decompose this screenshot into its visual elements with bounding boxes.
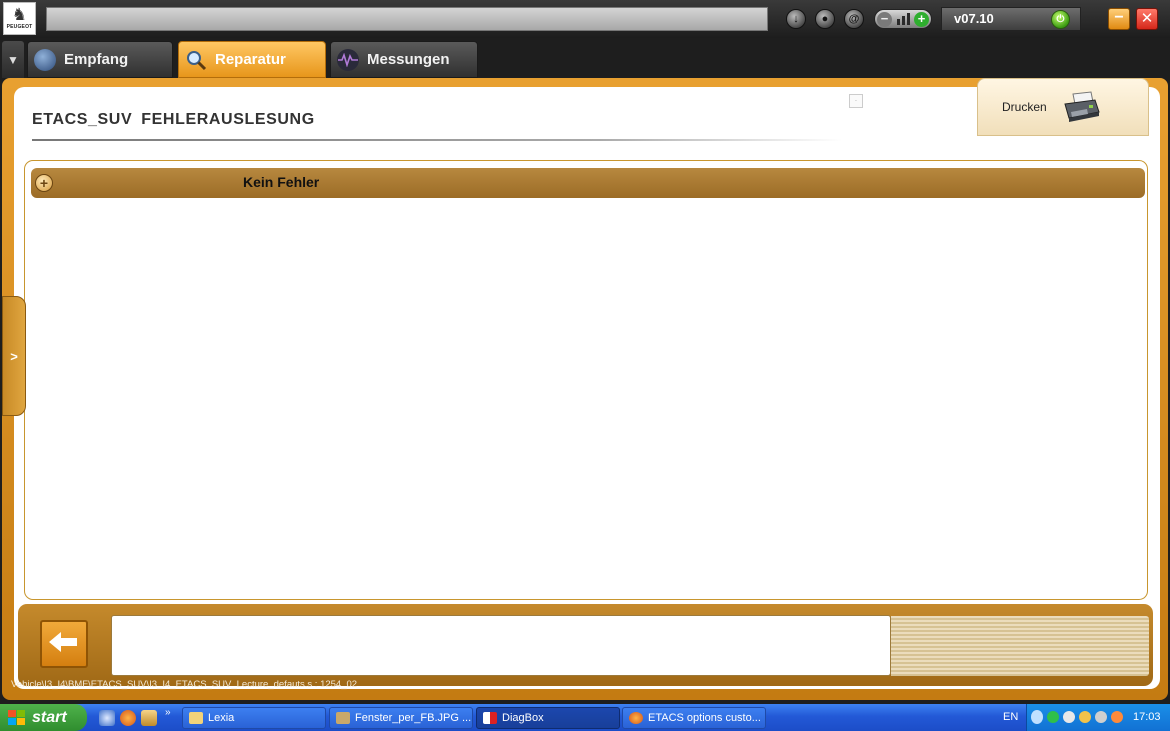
brand-name: PEUGEOT xyxy=(6,24,33,30)
windows-logo-icon xyxy=(8,709,26,726)
page-title: ETACS_SUV FEHLERAUSLESUNG xyxy=(32,111,315,128)
tab-messungen[interactable]: Messungen xyxy=(330,41,478,78)
title-divider xyxy=(32,139,842,141)
print-label: Drucken xyxy=(1002,100,1047,114)
status-strip xyxy=(891,616,1149,676)
image-viewer-icon xyxy=(336,712,350,724)
results-panel: + Kein Fehler xyxy=(24,160,1148,600)
magnifier-icon xyxy=(185,49,207,71)
tab-bar: ▼ Empfang Reparatur Messungen xyxy=(0,38,1170,78)
network-icon[interactable] xyxy=(1047,711,1059,723)
close-button[interactable]: ✕ xyxy=(1136,8,1158,30)
security-icon[interactable] xyxy=(1079,711,1091,723)
waveform-icon xyxy=(337,48,359,71)
minus-icon[interactable]: − xyxy=(877,11,892,27)
script-path: Vehicle\I3_I4\BMF\ETACS_SUV\I3_I4_ETACS_… xyxy=(11,679,358,690)
address-bar[interactable] xyxy=(46,7,768,31)
taskbar-window-label: Lexia xyxy=(208,712,235,724)
taskbar-window-diagbox[interactable]: DiagBox xyxy=(476,707,620,729)
main-frame: · ETACS_SUV FEHLERAUSLESUNG Drucken + Ke… xyxy=(0,78,1170,702)
usb-icon[interactable] xyxy=(1063,711,1075,723)
firefox-icon[interactable] xyxy=(120,710,136,726)
update-icon[interactable] xyxy=(1111,711,1123,723)
taskbar-window-label: Fenster_per_FB.JPG ... xyxy=(355,712,472,724)
bottom-bar xyxy=(18,604,1153,686)
firefox-icon xyxy=(629,712,643,724)
taskbar-window-firefox[interactable]: ETACS options custo... xyxy=(622,707,766,729)
lion-logo-icon: ♞ xyxy=(11,5,28,25)
folder-icon xyxy=(189,712,203,724)
user-icon[interactable]: ● xyxy=(815,9,835,29)
content-border: · ETACS_SUV FEHLERAUSLESUNG Drucken + Ke… xyxy=(2,78,1168,700)
tab-empfang[interactable]: Empfang xyxy=(27,41,173,78)
chevron-right-icon: > xyxy=(10,348,18,364)
start-button[interactable]: start xyxy=(0,704,87,731)
taskbar-window-image[interactable]: Fenster_per_FB.JPG ... xyxy=(329,707,473,729)
download-icon[interactable]: ↓ xyxy=(786,9,806,29)
expand-plus-icon[interactable]: + xyxy=(35,174,53,192)
arrow-left-icon xyxy=(49,631,79,657)
app-quicklaunch-icon[interactable] xyxy=(141,710,157,726)
printer-icon xyxy=(1061,90,1101,124)
taskbar-window-label: DiagBox xyxy=(502,712,544,724)
content-page: · ETACS_SUV FEHLERAUSLESUNG Drucken + Ke… xyxy=(14,78,1160,689)
tray-expand-icon[interactable] xyxy=(1031,710,1043,724)
tab-label: Empfang xyxy=(64,51,129,68)
print-button[interactable]: Drucken xyxy=(977,78,1149,136)
volume-icon[interactable] xyxy=(1095,711,1107,723)
option-checkbox[interactable]: · xyxy=(849,94,863,108)
quicklaunch-overflow-icon[interactable]: » xyxy=(165,707,171,718)
globe-icon xyxy=(34,48,56,71)
version-display: v07.10 ⏻ xyxy=(941,7,1081,31)
tab-reparatur[interactable]: Reparatur xyxy=(178,41,326,78)
diagbox-icon xyxy=(483,712,497,724)
taskbar-window-lexia[interactable]: Lexia xyxy=(182,707,326,729)
power-status-icon[interactable]: ⏻ xyxy=(1051,10,1070,29)
clock: 17:03 xyxy=(1133,711,1161,723)
language-indicator[interactable]: EN xyxy=(1003,711,1018,723)
brand-logo: ♞ PEUGEOT xyxy=(3,2,36,35)
result-text: Kein Fehler xyxy=(243,174,320,190)
connection-indicator[interactable]: − + xyxy=(874,9,932,29)
signal-bars-icon xyxy=(896,13,910,25)
message-box xyxy=(111,615,891,676)
result-row[interactable]: + Kein Fehler xyxy=(31,168,1145,198)
chevron-down-icon[interactable]: ▼ xyxy=(2,41,24,78)
ie-icon[interactable] xyxy=(99,710,115,726)
taskbar-window-label: ETACS options custo... xyxy=(648,712,761,724)
version-label: v07.10 xyxy=(954,11,994,26)
email-icon[interactable]: @ xyxy=(844,9,864,29)
back-button[interactable] xyxy=(40,620,88,668)
top-toolbar: ♞ PEUGEOT ↓ ● @ − + v07.10 ⏻ − ✕ xyxy=(0,0,1170,38)
plus-icon[interactable]: + xyxy=(914,11,929,27)
side-panel-toggle[interactable]: > xyxy=(2,296,26,416)
start-label: start xyxy=(32,708,67,726)
tab-label: Messungen xyxy=(367,51,450,68)
minimize-button[interactable]: − xyxy=(1108,8,1130,30)
tab-label: Reparatur xyxy=(215,51,286,68)
windows-taskbar: start » Lexia Fenster_per_FB.JPG ... Dia… xyxy=(0,704,1170,731)
